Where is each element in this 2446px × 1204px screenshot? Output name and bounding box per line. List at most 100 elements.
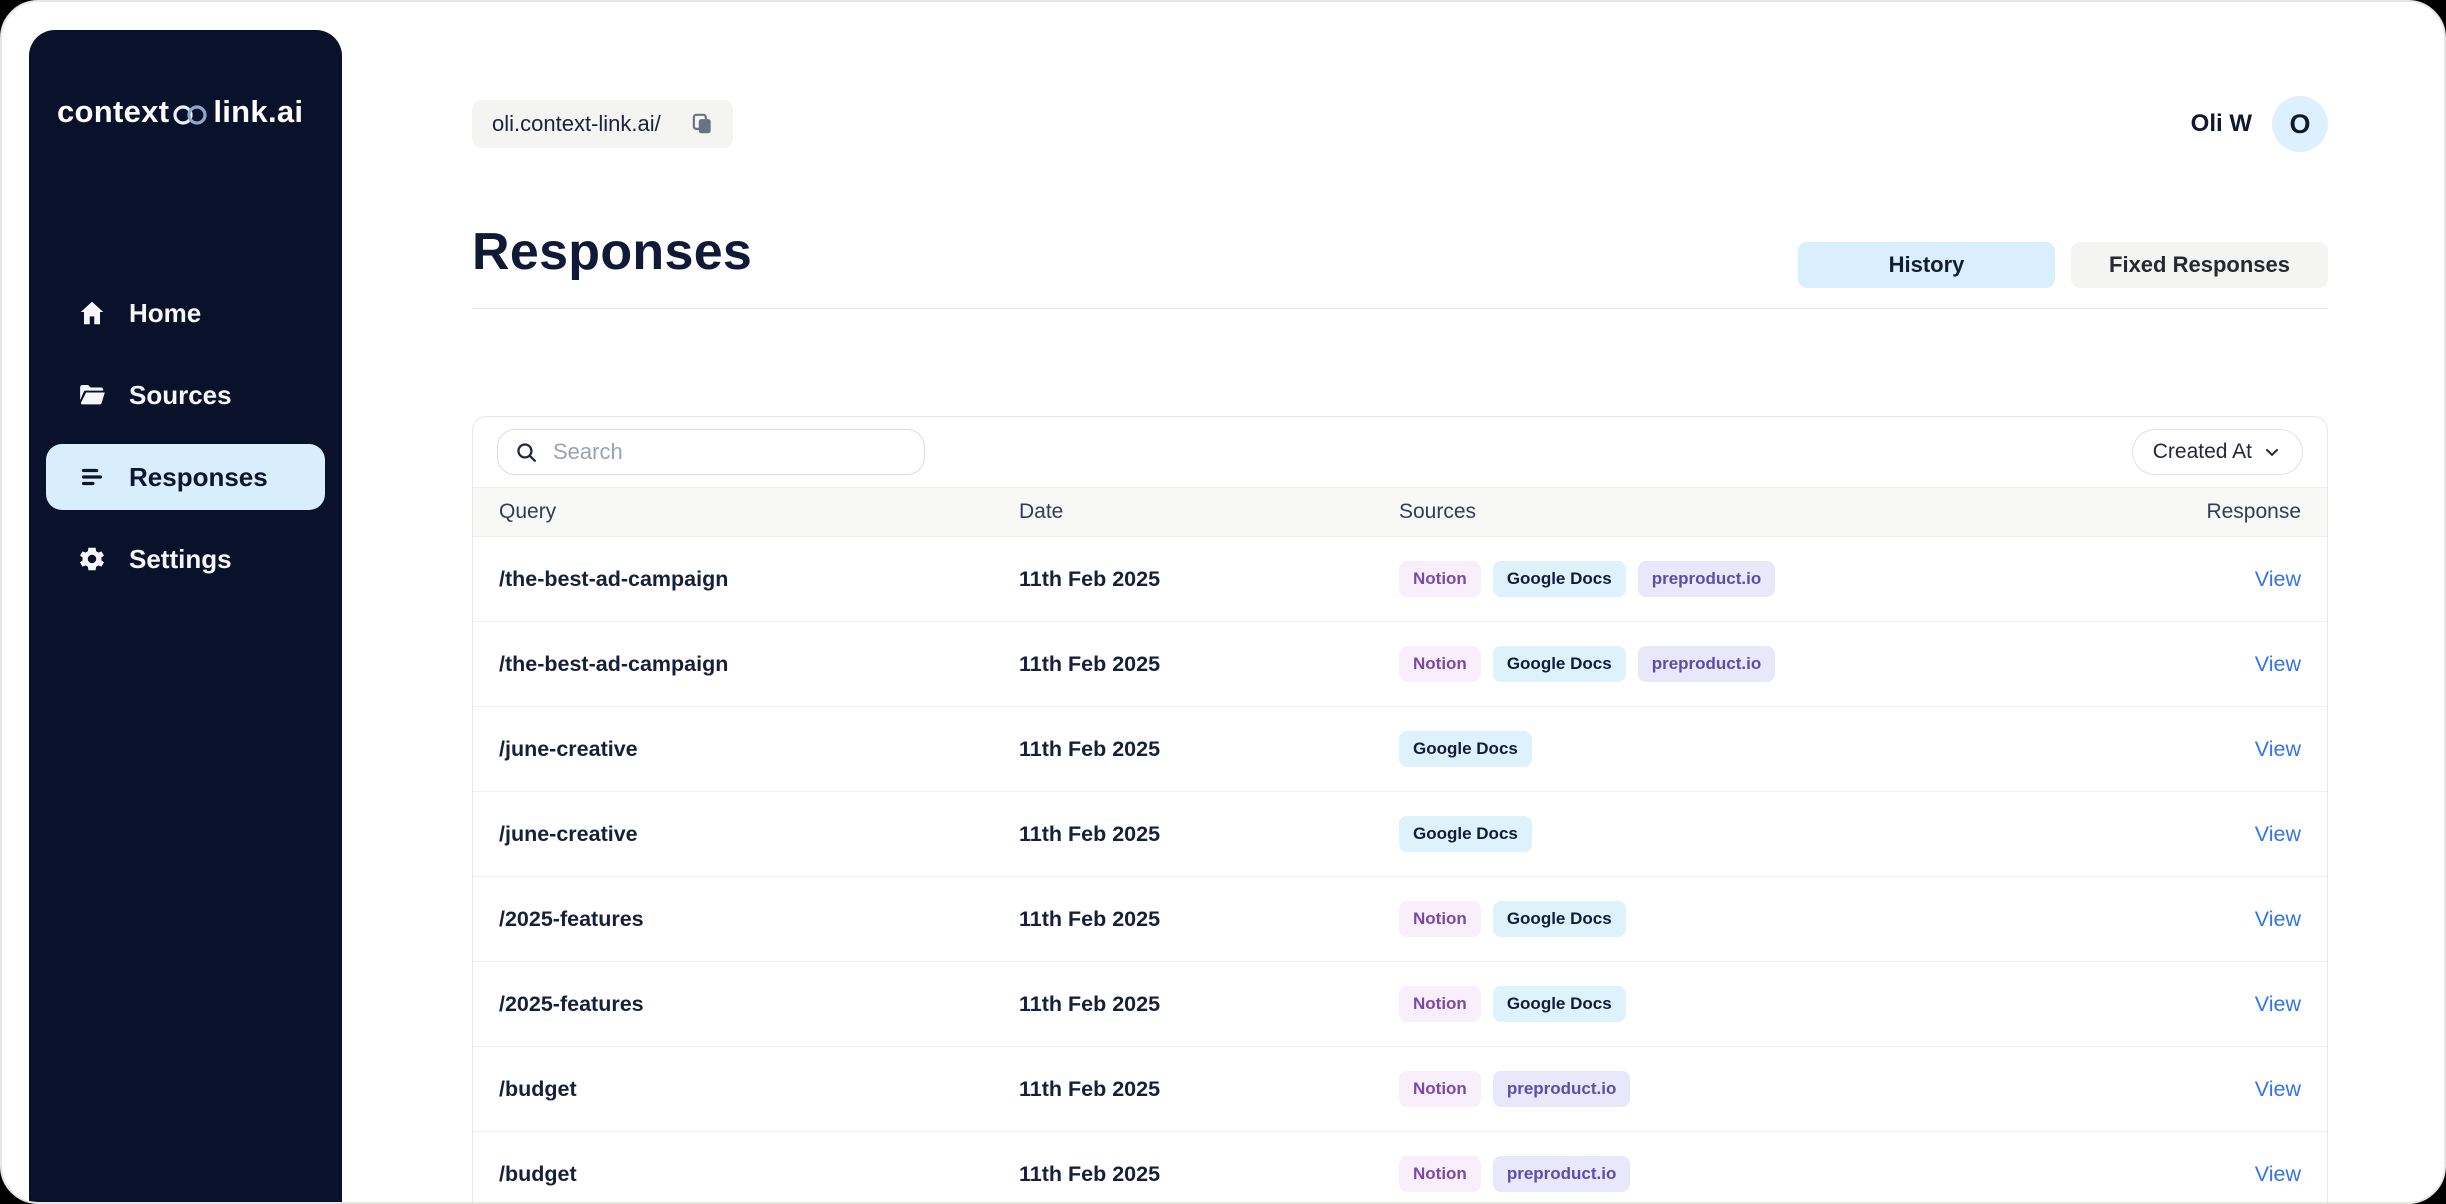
- brand-name-left: context: [57, 94, 169, 130]
- workspace-url-pill[interactable]: oli.context-link.ai/: [472, 100, 733, 148]
- row-date: 11th Feb 2025: [1019, 992, 1399, 1017]
- view-link[interactable]: View: [2255, 567, 2301, 591]
- search-icon: [514, 440, 539, 465]
- row-date: 11th Feb 2025: [1019, 1077, 1399, 1102]
- row-response-cell: View: [2171, 822, 2301, 847]
- row-response-cell: View: [2171, 652, 2301, 677]
- source-badge: preproduct.io: [1638, 646, 1776, 682]
- app-window: context link.ai Home Sources Responses S…: [0, 0, 2446, 1204]
- row-sources: NotionGoogle Docs: [1399, 986, 2171, 1022]
- source-badge: Google Docs: [1493, 646, 1626, 682]
- table-body: /the-best-ad-campaign 11th Feb 2025 Noti…: [473, 537, 2327, 1204]
- row-date: 11th Feb 2025: [1019, 907, 1399, 932]
- row-query: /june-creative: [499, 822, 1019, 847]
- tab-label: Fixed Responses: [2109, 252, 2290, 278]
- row-sources: Notion preproduct.io: [1399, 1071, 2171, 1107]
- table-row: /june-creative 11th Feb 2025 Google Docs…: [473, 707, 2327, 792]
- view-link[interactable]: View: [2255, 652, 2301, 676]
- sidebar-item-responses[interactable]: Responses: [46, 444, 325, 510]
- response-tabs: History Fixed Responses: [1798, 242, 2328, 288]
- copy-icon[interactable]: [689, 111, 715, 137]
- chevron-down-icon: [2262, 442, 2282, 462]
- sidebar: context link.ai Home Sources Responses S…: [29, 30, 342, 1202]
- table-row: /budget 11th Feb 2025 Notionpreproduct.i…: [473, 1132, 2327, 1204]
- row-sources: Notion Google Docs preproduct.io: [1399, 646, 2171, 682]
- row-date: 11th Feb 2025: [1019, 567, 1399, 592]
- column-header-query: Query: [499, 500, 1019, 524]
- row-query: /2025-features: [499, 992, 1019, 1017]
- topbar: oli.context-link.ai/ Oli W O: [472, 96, 2328, 152]
- row-query: /budget: [499, 1162, 1019, 1187]
- list-icon: [77, 462, 107, 492]
- table-row: /june-creative 11th Feb 2025 Google Docs…: [473, 792, 2327, 877]
- tab-label: History: [1889, 252, 1965, 278]
- row-response-cell: View: [2171, 737, 2301, 762]
- table-row: /2025-features 11th Feb 2025 NotionGoogl…: [473, 962, 2327, 1047]
- table-header: Query Date Sources Response: [473, 487, 2327, 537]
- row-query: /2025-features: [499, 907, 1019, 932]
- source-badge: Google Docs: [1399, 816, 1532, 852]
- row-response-cell: View: [2171, 1077, 2301, 1102]
- page-heading-row: Responses History Fixed Responses: [472, 222, 2328, 309]
- row-sources: Notionpreproduct.io: [1399, 1156, 2171, 1192]
- row-date: 11th Feb 2025: [1019, 1162, 1399, 1187]
- sidebar-item-home[interactable]: Home: [46, 280, 325, 346]
- user-menu[interactable]: Oli W O: [2191, 96, 2328, 152]
- view-link[interactable]: View: [2255, 737, 2301, 761]
- brand-name-right: link.ai: [213, 94, 303, 130]
- sort-label: Created At: [2153, 440, 2252, 464]
- row-response-cell: View: [2171, 567, 2301, 592]
- sidebar-item-sources[interactable]: Sources: [46, 362, 325, 428]
- source-badge: preproduct.io: [1638, 561, 1776, 597]
- table-row: /the-best-ad-campaign 11th Feb 2025 Noti…: [473, 537, 2327, 622]
- table-row: /the-best-ad-campaign 11th Feb 2025 Noti…: [473, 622, 2327, 707]
- gear-icon: [77, 544, 107, 574]
- folder-icon: [77, 380, 107, 410]
- brand-logo: context link.ai: [57, 94, 342, 130]
- tab-fixed-responses[interactable]: Fixed Responses: [2071, 242, 2328, 288]
- sidebar-item-label: Settings: [129, 544, 232, 575]
- source-badge: Google Docs: [1493, 986, 1626, 1022]
- tab-history[interactable]: History: [1798, 242, 2055, 288]
- responses-card: Created At Query Date Sources Response /…: [472, 416, 2328, 1204]
- row-date: 11th Feb 2025: [1019, 652, 1399, 677]
- row-response-cell: View: [2171, 992, 2301, 1017]
- view-link[interactable]: View: [2255, 822, 2301, 846]
- row-sources: Google Docs: [1399, 731, 2171, 767]
- main-content: oli.context-link.ai/ Oli W O Responses H…: [342, 2, 2444, 1202]
- row-query: /budget: [499, 1077, 1019, 1102]
- table-row: /budget 11th Feb 2025 Notion preproduct.i…: [473, 1047, 2327, 1132]
- source-badge: Notion: [1399, 1156, 1481, 1192]
- table-row: /2025-features 11th Feb 2025 NotionGoogl…: [473, 877, 2327, 962]
- page-title: Responses: [472, 222, 752, 282]
- row-date: 11th Feb 2025: [1019, 737, 1399, 762]
- view-link[interactable]: View: [2255, 907, 2301, 931]
- source-badge: preproduct.io: [1493, 1071, 1631, 1107]
- row-response-cell: View: [2171, 907, 2301, 932]
- avatar[interactable]: O: [2272, 96, 2328, 152]
- view-link[interactable]: View: [2255, 992, 2301, 1016]
- card-toolbar: Created At: [473, 417, 2327, 487]
- view-link[interactable]: View: [2255, 1077, 2301, 1101]
- view-link[interactable]: View: [2255, 1162, 2301, 1186]
- sidebar-item-label: Responses: [129, 462, 268, 493]
- sort-created-at-button[interactable]: Created At: [2132, 429, 2303, 475]
- row-query: /the-best-ad-campaign: [499, 652, 1019, 677]
- column-header-date: Date: [1019, 500, 1399, 524]
- source-badge: Notion: [1399, 901, 1481, 937]
- sidebar-item-settings[interactable]: Settings: [46, 526, 325, 592]
- source-badge: Notion: [1399, 646, 1481, 682]
- row-sources: NotionGoogle Docs: [1399, 901, 2171, 937]
- user-name: Oli W: [2191, 110, 2252, 138]
- row-query: /the-best-ad-campaign: [499, 567, 1019, 592]
- sidebar-item-label: Sources: [129, 380, 232, 411]
- row-response-cell: View: [2171, 1162, 2301, 1187]
- search-input[interactable]: [553, 439, 908, 465]
- sidebar-nav: Home Sources Responses Settings: [29, 280, 342, 592]
- source-badge: Notion: [1399, 1071, 1481, 1107]
- source-badge: Google Docs: [1399, 731, 1532, 767]
- source-badge: Notion: [1399, 561, 1481, 597]
- column-header-response: Response: [2171, 500, 2301, 524]
- source-badge: Google Docs: [1493, 561, 1626, 597]
- search-box[interactable]: [497, 429, 925, 475]
